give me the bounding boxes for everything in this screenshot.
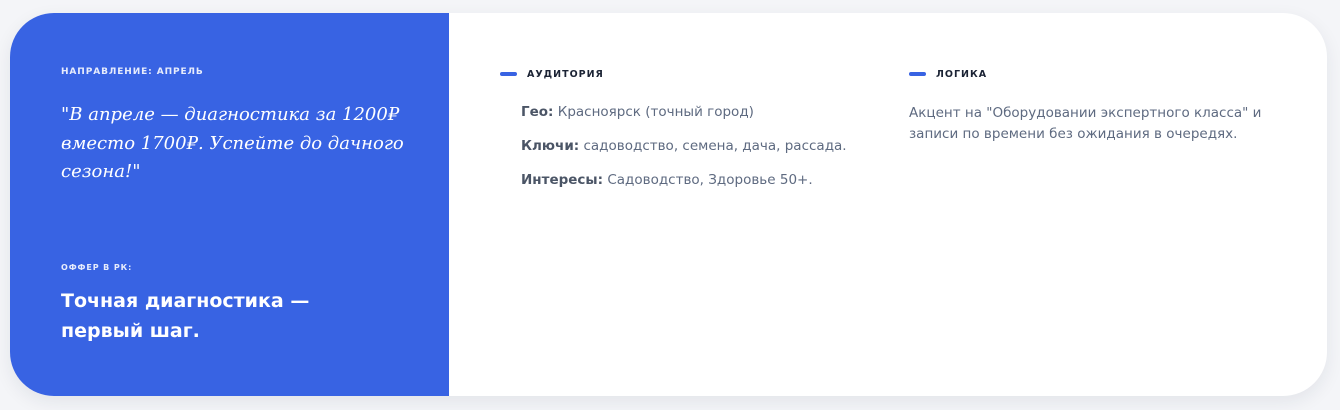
direction-label: НАПРАВЛЕНИЕ: АПРЕЛЬ (61, 67, 204, 77)
offer-panel: НАПРАВЛЕНИЕ: АПРЕЛЬ "В апреле — диагност… (10, 13, 449, 396)
logic-title: ЛОГИКА (936, 68, 988, 80)
audience-item-value: Красноярск (точный город) (553, 104, 754, 120)
offer-quote: "В апреле — диагностика за 1200₽ вместо … (61, 104, 404, 182)
audience-item-key: Интересы: (521, 172, 604, 188)
campaign-card: НАПРАВЛЕНИЕ: АПРЕЛЬ "В апреле — диагност… (10, 13, 1327, 396)
logic-section: ЛОГИКА Акцент на "Оборудовании экспертно… (909, 67, 1289, 145)
offer-title: Точная диагностика — первый шаг. (61, 290, 310, 342)
audience-section: АУДИТОРИЯ Гео: Красноярск (точный город)… (500, 67, 847, 205)
audience-title: АУДИТОРИЯ (527, 68, 604, 80)
audience-item-interests: Интересы: Садоводство, Здоровье 50+. (521, 171, 847, 205)
audience-item-value: Садоводство, Здоровье 50+. (603, 172, 813, 188)
logic-text: Акцент на "Оборудовании экспертного клас… (909, 105, 1262, 142)
offer-label: ОФФЕР В РК: (61, 263, 133, 272)
audience-item-value: садоводство, семена, дача, рассада. (579, 138, 847, 154)
logic-header: ЛОГИКА (909, 67, 1289, 81)
audience-header: АУДИТОРИЯ (500, 67, 847, 81)
accent-dash (500, 72, 517, 76)
audience-item-keywords: Ключи: садоводство, семена, дача, рассад… (521, 137, 847, 171)
audience-item-geo: Гео: Красноярск (точный город) (521, 103, 847, 137)
audience-item-key: Ключи: (521, 138, 580, 154)
audience-list: Гео: Красноярск (точный город) Ключи: са… (521, 103, 847, 205)
audience-item-key: Гео: (521, 104, 554, 120)
accent-dash (909, 72, 926, 76)
